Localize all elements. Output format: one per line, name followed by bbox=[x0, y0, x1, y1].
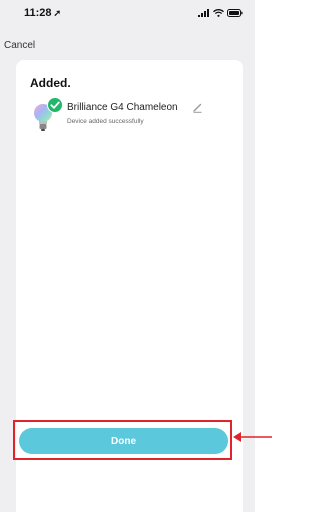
battery-icon bbox=[227, 9, 243, 17]
check-icon bbox=[47, 97, 63, 113]
status-icons bbox=[198, 9, 243, 17]
time-text: 11:28 bbox=[24, 7, 52, 19]
location-arrow-icon: ➚ bbox=[53, 8, 62, 18]
cancel-button[interactable]: Cancel bbox=[4, 40, 35, 51]
wifi-icon bbox=[213, 9, 224, 17]
status-bar: 11:28 ➚ bbox=[0, 0, 255, 30]
done-button[interactable]: Done bbox=[19, 428, 228, 454]
phone-screen: 11:28 ➚ Cancel Added. Brilliance G4 Cham… bbox=[0, 0, 255, 520]
device-status: Device added successfully bbox=[67, 118, 144, 125]
device-name: Brilliance G4 Chameleon bbox=[67, 102, 178, 113]
pointer-arrow-icon bbox=[233, 432, 272, 442]
status-time: 11:28 ➚ bbox=[24, 7, 61, 19]
pencil-icon[interactable] bbox=[192, 102, 203, 113]
cellular-signal-icon bbox=[198, 9, 209, 17]
page-title: Added. bbox=[30, 76, 71, 90]
device-list-item: Brilliance G4 Chameleon Device added suc… bbox=[32, 97, 232, 138]
